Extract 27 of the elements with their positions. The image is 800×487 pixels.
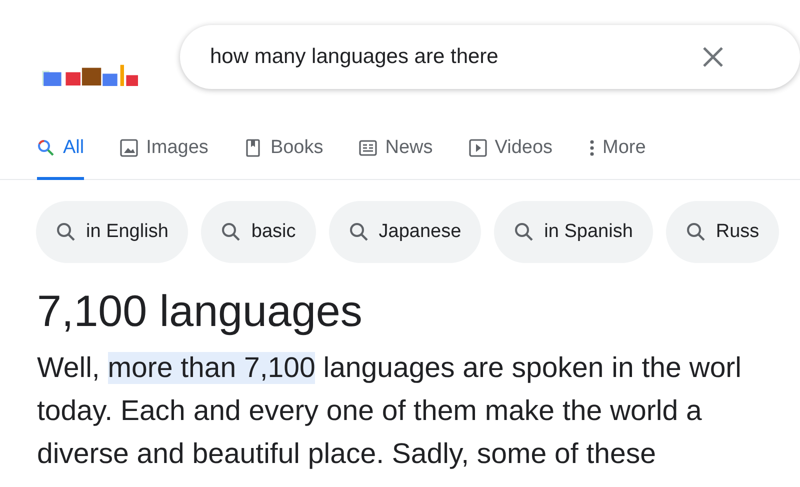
search-text: how many languages are there [210,45,500,69]
search-icon [221,222,242,242]
tab[interactable]: More [588,124,646,180]
play-icon [468,139,487,157]
suggestion-chip[interactable]: Japanese [328,201,482,263]
answer-heading: 7,100 languages [37,287,364,337]
tab[interactable]: Videos [468,124,553,180]
search-icon [37,139,55,157]
search-icon [514,222,534,242]
suggestion-chip[interactable]: Russ [666,201,780,263]
more-icon [588,139,595,157]
suggestion-chip[interactable]: in Spanish [494,201,653,263]
tab[interactable]: Books [244,124,324,180]
tab[interactable]: News [359,124,433,180]
newspaper-icon [359,139,378,157]
tab[interactable]: All [37,124,84,180]
image-icon [120,139,138,157]
suggestion-chip[interactable]: in English [36,201,188,263]
clear-icon[interactable] [702,46,724,68]
book-icon [244,139,262,157]
search-icon [56,222,76,242]
search-icon [686,222,706,242]
suggestion-chip[interactable]: basic [201,201,316,263]
tab[interactable]: Images [120,124,208,180]
answer-paragraph: Well, more than 7,100 languages are spoken in the worl today. Each and every one of them make the world a diverse and beautiful place. Sadly, some of these [37,351,743,472]
search-field[interactable]: how many languages are there [180,25,800,89]
search-icon [348,222,369,242]
